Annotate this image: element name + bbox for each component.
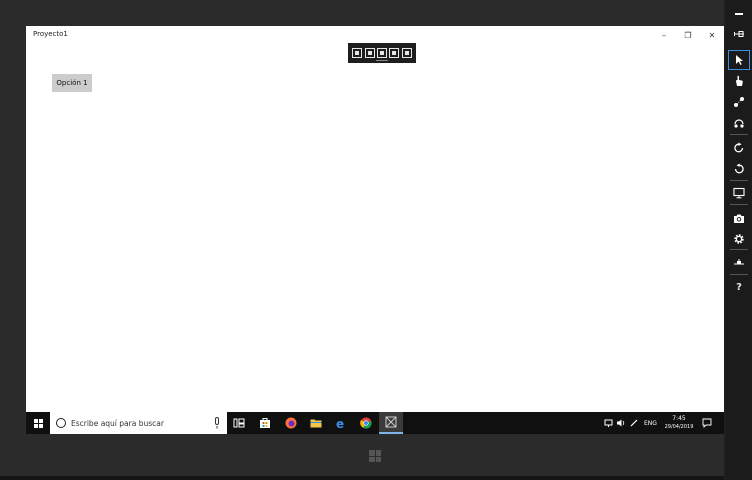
edge-icon[interactable]: e (329, 412, 353, 434)
task-view-icon[interactable] (227, 412, 251, 434)
app-icon[interactable] (379, 412, 403, 434)
taskbar: Escribe aquí para buscar e ENG 7:45 29/0… (26, 412, 724, 434)
app-title: Proyecto1 (33, 30, 68, 38)
windows-logo-icon (33, 418, 43, 428)
toolbar-separator (730, 134, 748, 135)
cortana-icon (56, 418, 66, 428)
rotate-clockwise-icon[interactable] (728, 138, 750, 158)
frame-bottom-edge (0, 476, 724, 480)
select-element-icon[interactable] (352, 48, 363, 58)
touch-icon[interactable] (728, 71, 750, 91)
firefox-icon[interactable] (279, 412, 303, 434)
minimize-icon[interactable] (728, 4, 750, 24)
debug-toolbar-handle[interactable] (376, 60, 388, 61)
pin-icon[interactable] (728, 24, 750, 44)
svg-text:e: e (336, 417, 344, 429)
simulator-frame: Proyecto1 – ❐ ✕ Opción 1 Escribe aquí pa… (0, 0, 724, 480)
screenshot-icon[interactable] (728, 208, 750, 228)
hardware-windows-button[interactable] (365, 446, 385, 466)
toolbar-separator (730, 249, 748, 250)
search-box[interactable]: Escribe aquí para buscar (50, 412, 227, 434)
display-layout-adorners-icon[interactable] (364, 48, 375, 58)
maximize-icon: ❐ (684, 30, 692, 40)
close-icon: ✕ (708, 30, 716, 40)
chrome-icon[interactable] (354, 412, 378, 434)
option-1-button[interactable]: Opción 1 (52, 74, 92, 92)
network-icon[interactable] (728, 253, 750, 273)
network-icon[interactable] (604, 418, 614, 428)
pinch-zoom-icon[interactable] (728, 92, 750, 112)
store-icon[interactable] (253, 412, 277, 434)
search-placeholder: Escribe aquí para buscar (71, 419, 164, 428)
rotate-touch-icon[interactable] (728, 113, 750, 133)
pen-icon[interactable] (629, 418, 639, 428)
rotate-counterclockwise-icon[interactable] (728, 159, 750, 179)
language-indicator[interactable]: ENG (644, 420, 657, 427)
file-explorer-icon[interactable] (304, 412, 328, 434)
close-button[interactable]: ✕ (702, 28, 722, 42)
simulator-screen: Proyecto1 – ❐ ✕ Opción 1 Escribe aquí pa… (26, 26, 724, 434)
track-focus-icon[interactable] (376, 48, 387, 58)
in-app-selection-icon[interactable] (401, 48, 412, 58)
clock-time[interactable]: 7:45 (664, 415, 694, 422)
toolbar-separator (730, 274, 748, 275)
microphone-icon[interactable] (213, 417, 221, 429)
pointer-icon[interactable] (728, 50, 750, 70)
app-titlebar: Proyecto1 – ❐ ✕ (26, 26, 724, 44)
toolbar-separator (730, 204, 748, 205)
toolbar-separator (730, 180, 748, 181)
minimize-icon: – (662, 30, 666, 40)
clock-date[interactable]: 29/04/2019 (664, 424, 694, 430)
notification-center-icon[interactable] (702, 418, 712, 428)
windows-logo-icon (369, 450, 381, 462)
help-icon[interactable]: ? (728, 278, 750, 298)
simulator-toolbar: ? (726, 0, 752, 480)
maximize-button[interactable]: ❐ (678, 28, 698, 42)
change-resolution-icon[interactable] (728, 183, 750, 203)
settings-icon[interactable] (728, 229, 750, 249)
minimize-button[interactable]: – (654, 28, 674, 42)
start-button[interactable] (26, 412, 50, 434)
hot-reload-icon[interactable] (389, 48, 400, 58)
volume-icon[interactable] (616, 418, 626, 428)
